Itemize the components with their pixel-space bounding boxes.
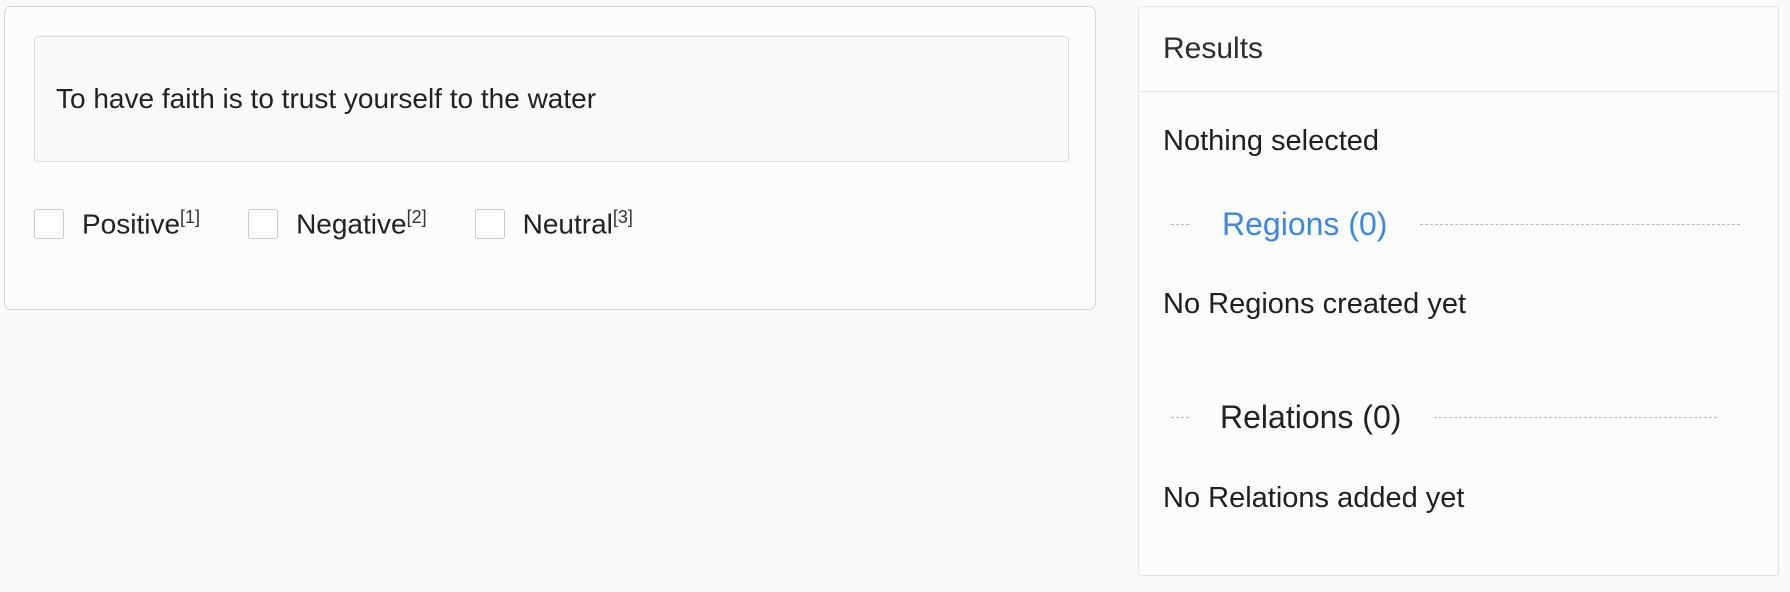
divider-dash-right <box>1434 417 1718 418</box>
neutral-checkbox[interactable] <box>474 208 505 239</box>
results-panel: Results Nothing selected Regions (0) No … <box>1138 6 1779 576</box>
text-content: To have faith is to trust yourself to th… <box>56 83 597 114</box>
annotation-page: To have faith is to trust yourself to th… <box>0 0 1790 592</box>
results-title: Results <box>1163 32 1264 65</box>
neutral-label[interactable]: Neutral[3] <box>523 207 633 240</box>
relations-empty-text: No Relations added yet <box>1163 482 1465 514</box>
relations-divider: Relations (0) <box>1171 399 1718 436</box>
negative-checkbox[interactable] <box>248 208 279 239</box>
divider-dash-left <box>1171 224 1189 225</box>
annotation-task-card: To have faith is to trust yourself to th… <box>4 6 1096 310</box>
choice-neutral[interactable]: Neutral[3] <box>474 207 633 240</box>
choice-negative[interactable]: Negative[2] <box>248 207 427 240</box>
positive-checkbox[interactable] <box>34 208 64 239</box>
nothing-selected-text: Nothing selected <box>1163 125 1380 157</box>
neutral-hotkey: [3] <box>612 207 633 227</box>
regions-empty-text: No Regions created yet <box>1163 288 1467 320</box>
regions-tab[interactable]: Regions (0) <box>1222 206 1387 243</box>
positive-hotkey: [1] <box>180 207 201 227</box>
relations-title: Relations (0) <box>1220 399 1402 435</box>
negative-label[interactable]: Negative[2] <box>296 207 427 240</box>
choice-positive[interactable]: Positive[1] <box>34 207 200 240</box>
results-header: Results <box>1139 7 1778 92</box>
divider-dash-right <box>1420 224 1741 225</box>
sentiment-choices: Positive[1] Negative[2] Neutral[3] <box>34 207 681 240</box>
negative-hotkey: [2] <box>406 207 427 227</box>
regions-divider: Regions (0) <box>1171 206 1741 243</box>
positive-label[interactable]: Positive[1] <box>82 207 200 240</box>
text-to-annotate[interactable]: To have faith is to trust yourself to th… <box>34 36 1069 162</box>
divider-dash-left <box>1171 417 1189 418</box>
